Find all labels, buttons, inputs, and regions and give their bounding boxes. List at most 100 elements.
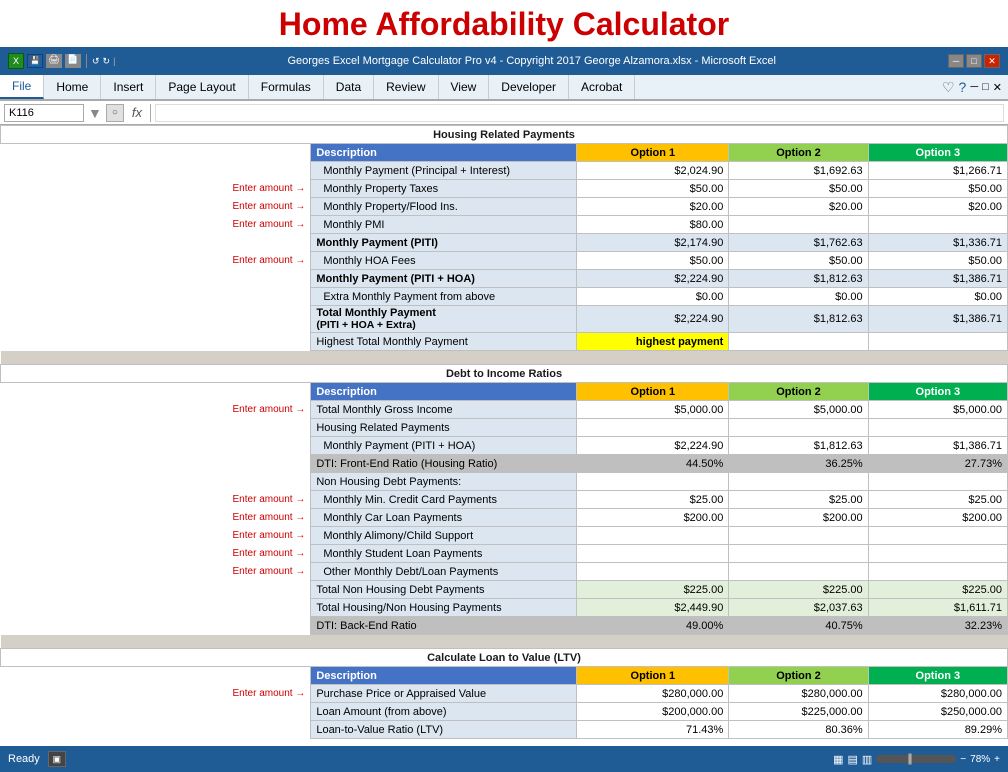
empty-label — [1, 270, 311, 288]
table-row: Enter amount → Other Monthly Debt/Loan P… — [1, 563, 1008, 581]
housing-row5-label: Monthly Payment (PITI) — [311, 234, 577, 252]
dti-row13-label: DTI: Back-End Ratio — [311, 617, 577, 635]
ribbon-expand-icon[interactable]: □ — [982, 81, 989, 93]
zoom-level: 78% — [970, 754, 990, 765]
dti-opt1-header: Option 1 — [577, 383, 729, 401]
table-row: Enter amount → Monthly Car Loan Payments… — [1, 509, 1008, 527]
dti-row7-o3: $200.00 — [868, 509, 1007, 527]
table-row: Enter amount → Monthly Property/Flood In… — [1, 198, 1008, 216]
tab-home[interactable]: Home — [44, 75, 101, 99]
zoom-slider[interactable] — [876, 755, 956, 763]
empty — [1, 703, 311, 721]
redo-icon[interactable]: ↻ — [103, 56, 111, 67]
empty — [1, 455, 311, 473]
page-layout-icon[interactable]: ▤ — [847, 753, 857, 766]
housing-row3-o2: $20.00 — [729, 198, 868, 216]
table-row: Total Housing/Non Housing Payments $2,44… — [1, 599, 1008, 617]
dti-row4-label: DTI: Front-End Ratio (Housing Ratio) — [311, 455, 577, 473]
toolbar-icon1[interactable]: 🖨 — [46, 54, 62, 68]
dti-row1-o3: $5,000.00 — [868, 401, 1007, 419]
dti-row12-o3: $1,611.71 — [868, 599, 1007, 617]
ltv-opt3-header: Option 3 — [868, 667, 1007, 685]
ltv-row2-o1: $200,000.00 — [577, 703, 729, 721]
housing-row1-label: Monthly Payment (Principal + Interest) — [311, 162, 577, 180]
close-button[interactable]: ✕ — [984, 54, 1000, 68]
housing-row9-o2: $1,812.63 — [729, 306, 868, 333]
housing-row2-o1: $50.00 — [577, 180, 729, 198]
tab-acrobat[interactable]: Acrobat — [569, 75, 635, 99]
maximize-button[interactable]: □ — [966, 54, 982, 68]
ltv-row2-o3: $250,000.00 — [868, 703, 1007, 721]
dti-row6-o1: $25.00 — [577, 491, 729, 509]
dti-row12-label: Total Housing/Non Housing Payments — [311, 599, 577, 617]
enter-amount-label — [1, 162, 311, 180]
zoom-in-icon[interactable]: + — [994, 754, 1000, 765]
expand-cell-icon[interactable]: ▼ — [88, 105, 102, 121]
ribbon-minimize-icon[interactable]: ─ — [970, 81, 978, 93]
table-row: Monthly Payment (PITI) $2,174.90 $1,762.… — [1, 234, 1008, 252]
expand-formula-icon[interactable]: ○ — [106, 104, 124, 122]
formula-input[interactable] — [155, 104, 1004, 122]
status-ready-label: Ready — [8, 753, 40, 765]
ltv-desc-header: Description — [311, 667, 577, 685]
dti-row1-label: Total Monthly Gross Income — [311, 401, 577, 419]
table-row: Enter amount → Monthly Min. Credit Card … — [1, 491, 1008, 509]
table-row: Enter amount → Monthly Alimony/Child Sup… — [1, 527, 1008, 545]
dti-row3-o3: $1,386.71 — [868, 437, 1007, 455]
help-icon[interactable]: ♡ — [942, 79, 955, 96]
tab-data[interactable]: Data — [324, 75, 374, 99]
enter-amount-label: Enter amount → — [1, 252, 311, 270]
housing-row5-o3: $1,336.71 — [868, 234, 1007, 252]
table-row: DTI: Back-End Ratio 49.00% 40.75% 32.23% — [1, 617, 1008, 635]
tab-insert[interactable]: Insert — [101, 75, 156, 99]
tab-developer[interactable]: Developer — [489, 75, 569, 99]
table-row: Housing Related Payments — [1, 419, 1008, 437]
save-icon[interactable]: 💾 — [27, 54, 43, 68]
question-icon[interactable]: ? — [959, 79, 967, 95]
dti-row12-o1: $2,449.90 — [577, 599, 729, 617]
dti-opt3-header: Option 3 — [868, 383, 1007, 401]
housing-row6-o1: $50.00 — [577, 252, 729, 270]
ltv-opt2-header: Option 2 — [729, 667, 868, 685]
housing-section-title: Housing Related Payments — [1, 126, 1008, 144]
fx-label: fx — [128, 105, 146, 120]
cell-reference-input[interactable] — [4, 104, 84, 122]
zoom-out-icon[interactable]: − — [960, 754, 966, 765]
housing-desc-header: Description — [311, 144, 577, 162]
table-row: Loan Amount (from above) $200,000.00 $22… — [1, 703, 1008, 721]
macro-icon[interactable]: ▣ — [48, 751, 66, 767]
table-row: Monthly Payment (PITI + HOA) $2,224.90 $… — [1, 437, 1008, 455]
housing-row7-o2: $1,812.63 — [729, 270, 868, 288]
minimize-button[interactable]: ─ — [948, 54, 964, 68]
housing-row5-o1: $2,174.90 — [577, 234, 729, 252]
tab-file[interactable]: File — [0, 75, 44, 99]
dti-row3-o2: $1,812.63 — [729, 437, 868, 455]
toolbar-icon2[interactable]: 📄 — [65, 54, 81, 68]
housing-row10-o2 — [729, 333, 868, 351]
table-row: Highest Total Monthly Payment highest pa… — [1, 333, 1008, 351]
ribbon-close-icon[interactable]: ✕ — [993, 81, 1002, 94]
spreadsheet-area[interactable]: Housing Related Payments Description Opt… — [0, 125, 1008, 749]
page-break-icon[interactable]: ▥ — [862, 753, 872, 766]
ltv-row1-o3: $280,000.00 — [868, 685, 1007, 703]
dti-row7-o1: $200.00 — [577, 509, 729, 527]
housing-row10-label: Highest Total Monthly Payment — [311, 333, 577, 351]
dti-row7-label: Monthly Car Loan Payments — [311, 509, 577, 527]
normal-view-icon[interactable]: ▦ — [833, 753, 843, 766]
ltv-section-title: Calculate Loan to Value (LTV) — [1, 649, 1008, 667]
formula-bar: ▼ ○ fx — [0, 101, 1008, 125]
tab-view[interactable]: View — [439, 75, 490, 99]
tab-formulas[interactable]: Formulas — [249, 75, 324, 99]
tab-review[interactable]: Review — [374, 75, 438, 99]
ltv-row3-label: Loan-to-Value Ratio (LTV) — [311, 721, 577, 739]
enter-dti-1: Enter amount → — [1, 401, 311, 419]
enter-amount-label: Enter amount → — [1, 180, 311, 198]
section-gap-row — [1, 351, 1008, 365]
dti-row4-o2: 36.25% — [729, 455, 868, 473]
housing-row8-o1: $0.00 — [577, 288, 729, 306]
tab-page-layout[interactable]: Page Layout — [156, 75, 248, 99]
undo-icon[interactable]: ↺ — [92, 56, 100, 67]
housing-row9-label: Total Monthly Payment(PITI + HOA + Extra… — [311, 306, 577, 333]
empty-label — [1, 306, 311, 333]
empty — [1, 617, 311, 635]
